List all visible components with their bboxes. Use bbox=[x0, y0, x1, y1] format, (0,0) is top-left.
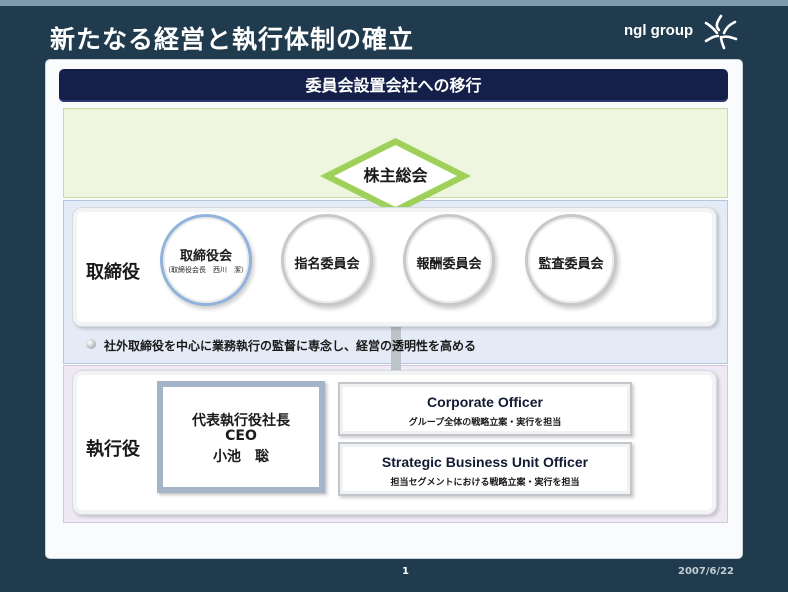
committee-title: 報酬委員会 bbox=[416, 257, 482, 272]
committee-title: 指名委員会 bbox=[294, 257, 360, 272]
bullet-icon bbox=[86, 339, 96, 349]
nomination-committee-circle: 指名委員会 bbox=[281, 214, 373, 306]
ceo-title: 代表執行役社長 bbox=[192, 413, 290, 429]
officer-title: Strategic Business Unit Officer bbox=[381, 454, 589, 470]
content-panel: 委員会設置会社への移行 株主総会 取締役 取締役会 （取締役会長 西川 潔） 指… bbox=[46, 60, 742, 558]
committee-subtitle: （取締役会長 西川 潔） bbox=[164, 266, 248, 274]
corporate-officer-box: Corporate Officer グループ全体の戦略立案・実行を担当 bbox=[338, 382, 632, 436]
shareholders-meeting-label: 株主総会 bbox=[363, 166, 428, 185]
officer-title: Corporate Officer bbox=[427, 394, 543, 410]
ceo-name: 小池 聡 bbox=[213, 449, 269, 465]
audit-committee-circle: 監査委員会 bbox=[525, 214, 617, 306]
committee-title: 監査委員会 bbox=[538, 257, 604, 272]
officer-description: 担当セグメントにおける戦略立案・実行を担当 bbox=[390, 478, 580, 488]
officer-description: グループ全体の戦略立案・実行を担当 bbox=[408, 418, 562, 428]
shareholders-meeting: 株主総会 bbox=[318, 136, 473, 216]
top-accent-strip bbox=[0, 0, 788, 6]
brand-name: ngl group bbox=[624, 22, 694, 39]
board-row-label: 取締役 bbox=[86, 262, 140, 283]
ceo-card: 代表執行役社長 CEO 小池 聡 bbox=[163, 387, 319, 487]
section-banner: 委員会設置会社への移行 bbox=[59, 69, 728, 102]
slide-date: 2007/6/22 bbox=[678, 566, 735, 577]
ceo-box: 代表執行役社長 CEO 小池 聡 bbox=[157, 381, 325, 493]
board-note-text: 社外取締役を中心に業務執行の監督に専念し、経営の透明性を高める bbox=[104, 339, 477, 353]
committee-title: 取締役会 bbox=[179, 249, 232, 264]
page-number: 1 bbox=[402, 566, 409, 577]
slide-title: 新たなる経営と執行体制の確立 bbox=[50, 25, 415, 54]
compensation-committee-circle: 報酬委員会 bbox=[403, 214, 495, 306]
sbu-officer-box: Strategic Business Unit Officer 担当セグメントに… bbox=[338, 442, 632, 496]
board-of-directors-circle: 取締役会 （取締役会長 西川 潔） bbox=[160, 214, 252, 306]
executive-row-label: 執行役 bbox=[86, 439, 140, 460]
ngl-star-logo-icon bbox=[700, 12, 742, 52]
ceo-role: CEO bbox=[225, 428, 257, 444]
